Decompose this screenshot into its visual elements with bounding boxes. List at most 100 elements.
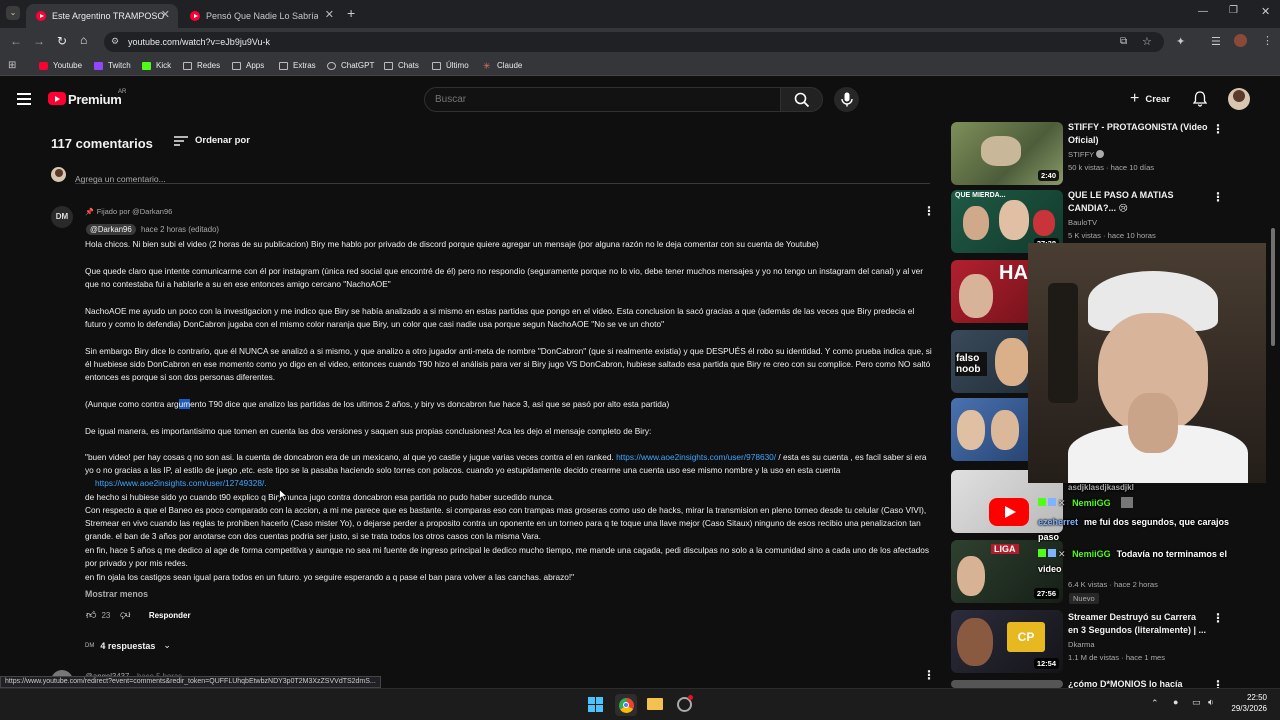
sort-button[interactable]: Ordenar por [174,135,250,146]
site-info-icon[interactable]: ⚙ [111,36,119,47]
video-menu-icon[interactable]: ⋮ [1212,122,1224,136]
microphone-icon [841,92,853,107]
voice-search-button[interactable] [834,87,859,112]
windows-start-icon[interactable] [588,697,603,712]
aoe2-link[interactable]: https://www.aoe2insights.com/user/978630… [616,452,776,462]
thumbnail-text: QUE MIERDA... [955,192,1006,199]
apps-grid-icon[interactable]: ⊞ [8,60,16,71]
view-replies-button[interactable]: DM 4 respuestas ⌄ [85,640,171,651]
tray-chevron-icon[interactable]: ⌃ [1151,698,1159,709]
hamburger-menu-icon[interactable] [17,93,31,105]
show-less-button[interactable]: Mostrar menos [85,589,148,599]
bookmark-star-icon[interactable]: ☆ [1142,35,1152,48]
clock-time[interactable]: 22:50 [1233,693,1267,702]
youtube-logo-icon[interactable] [48,92,66,105]
bookmark-redes[interactable]: Redes [183,61,220,70]
commenter-avatar[interactable]: DM [51,206,73,228]
tab-title: Pensó Que Nadie Lo Sabría y Le [206,11,318,21]
reading-list-icon[interactable]: ☰ [1211,35,1221,48]
video-title[interactable]: Streamer Destruyó su Carrera en 3 Segund… [1068,611,1208,637]
like-icon[interactable]: 👍︎ [86,609,96,621]
video-thumbnail[interactable] [951,680,1063,688]
bookmark-label: Extras [293,61,316,70]
selected-text: um [178,399,191,409]
close-window-button[interactable]: ✕ [1261,5,1270,18]
account-avatar[interactable] [1228,88,1250,110]
search-input[interactable] [435,94,765,105]
video-menu-icon[interactable]: ⋮ [1212,190,1224,204]
network-icon[interactable]: ▭ [1192,697,1201,708]
search-box[interactable] [424,87,781,112]
volume-icon[interactable]: 🔉︎ [1208,697,1214,708]
browser-menu-icon[interactable]: ⋮ [1262,34,1273,47]
chrome-taskbar-button[interactable] [615,694,637,716]
video-thumbnail[interactable]: 2:40 [951,122,1063,185]
creator-avatar-icon: DM [85,642,95,649]
search-button[interactable] [780,87,823,112]
thumbnail-figure [999,200,1029,240]
video-title[interactable]: QUE LE PASO A MATIAS CANDIA?... 😢 [1068,189,1208,215]
video-duration: 12:54 [1033,658,1059,669]
aoe2-link[interactable]: https://www.aoe2insights.com/user/127493… [95,478,267,488]
dislike-icon[interactable]: 👍︎ [120,609,130,621]
bookmark-claude[interactable]: ✳ Claude [483,61,522,70]
bookmark-kick[interactable]: Kick [142,61,171,70]
comment-actions-icon[interactable]: ⋮ [923,204,935,218]
bookmark-chats[interactable]: Chats [384,61,419,70]
comment-author[interactable]: @Darkan96 [86,224,136,235]
reply-button[interactable]: Responder [149,611,191,620]
premium-logo-text[interactable]: Premium [68,92,122,107]
clock-date[interactable]: 29/3/2026 [1222,704,1267,713]
tab-close-icon[interactable]: ✕ [325,8,334,21]
video-menu-icon[interactable]: ⋮ [1212,611,1224,625]
bookmark-apps[interactable]: Apps [232,61,264,70]
text-span: "buen video! per hay cosas q no son asi.… [85,452,617,462]
url-text[interactable]: youtube.com/watch?v=eJb9ju9Vu-k [128,37,270,47]
create-button[interactable]: + Crear [1122,88,1178,110]
bookmark-chatgpt[interactable]: ChatGPT [327,61,374,70]
video-title[interactable]: STIFFY - PROTAGONISTA (Video Oficial) [1068,121,1208,147]
add-comment-field[interactable]: Agrega un comentario... [75,169,930,184]
chat-message: ✕ NemiiGG Todavía no terminamos el video [1038,547,1243,577]
bookmark-ultimo[interactable]: Último [432,61,469,70]
chat-badge-icon [1038,498,1046,506]
channel-name[interactable]: Dkarma [1068,639,1095,651]
mouse-cursor-icon [279,489,288,502]
new-tab-button[interactable]: + [347,5,355,21]
tab-close-icon[interactable]: ✕ [161,8,170,21]
thumbnail-text: HA [999,262,1028,284]
plus-icon: + [1130,90,1140,107]
comment-paragraph: Que quede claro que intente comunicarme … [85,266,924,290]
channel-name[interactable]: BauloTV [1068,217,1097,229]
comment-timestamp[interactable]: hace 2 horas (editado) [141,225,219,234]
bookmark-youtube[interactable]: Youtube [39,61,82,70]
tab-search-button[interactable]: ⌄ [6,6,20,20]
tray-mic-icon[interactable]: ● [1173,697,1178,707]
home-icon[interactable]: ⌂ [80,33,87,47]
bookmark-extras[interactable]: Extras [279,61,316,70]
profile-avatar[interactable] [1234,34,1247,47]
webcam-overlay [1028,243,1266,483]
comment-actions-icon[interactable]: ⋮ [923,668,935,682]
file-explorer-icon[interactable] [647,698,663,710]
text-span: ento T90 dice que analizo las partidas d… [190,399,670,409]
minimize-button[interactable]: — [1198,6,1208,17]
tab-active[interactable]: Este Argentino TRAMPOSO est ✕ [26,4,178,28]
back-icon[interactable]: ← [10,34,22,48]
notifications-bell-icon[interactable] [1193,91,1207,107]
bookmark-twitch[interactable]: Twitch [94,61,131,70]
folder-icon [432,61,441,70]
reload-icon[interactable]: ↻ [57,34,67,48]
bookmark-label: Apps [246,61,265,70]
restore-button[interactable]: ❐ [1229,5,1238,16]
extensions-icon[interactable]: ✦ [1176,35,1185,48]
video-channel[interactable]: STIFFY [1068,149,1105,161]
chat-emote-icon [1121,497,1134,508]
forward-icon[interactable]: → [33,34,45,48]
video-thumbnail[interactable]: CP 12:54 [951,610,1063,673]
pin-icon: 📌 [85,208,94,216]
page-scrollbar-thumb[interactable] [1271,228,1275,346]
install-app-icon[interactable]: ⧉ [1120,36,1127,47]
folder-icon [183,61,192,70]
tab-inactive[interactable]: Pensó Que Nadie Lo Sabría y Le ✕ [180,4,342,28]
